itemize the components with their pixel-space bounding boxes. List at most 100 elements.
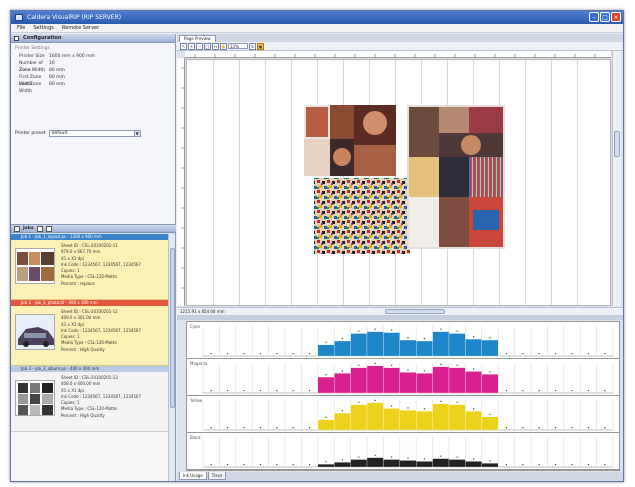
value-marker (259, 464, 261, 466)
value-marker (538, 353, 540, 355)
value-marker (358, 330, 360, 332)
collapse-icon[interactable] (14, 36, 19, 41)
rotate-icon[interactable]: ↻ (249, 42, 256, 50)
right-pane: Page Preview ↖ + − □ ↔ ✋ 33% ↻ ▣ 1215.91… (177, 34, 623, 481)
close-icon[interactable]: × (611, 12, 621, 22)
zoom-field[interactable]: 33% (228, 43, 248, 49)
ink-bar (350, 333, 368, 357)
value-marker (522, 427, 524, 429)
config-value: 80 mm (49, 75, 65, 80)
value-marker (309, 390, 311, 392)
preview-vertical-scrollbar[interactable] (612, 51, 621, 306)
page-preview-canvas[interactable] (186, 59, 611, 306)
hand-icon[interactable]: ✋ (220, 42, 227, 50)
fit-page-icon[interactable]: □ (204, 42, 211, 50)
add-job-icon[interactable] (36, 225, 43, 232)
value-marker (210, 464, 212, 466)
value-marker (391, 456, 393, 458)
job-card[interactable]: Sheet ID : CSL-20100201-12 409.0 x 301.0… (11, 306, 168, 366)
highlight-tool-icon[interactable]: ▣ (257, 42, 264, 50)
zoom-out-icon[interactable]: − (196, 42, 203, 50)
ink-bar (481, 463, 499, 468)
job-detail-line: Percent : replace (61, 280, 95, 286)
app-icon (15, 14, 23, 21)
value-marker (555, 353, 557, 355)
value-marker (374, 454, 376, 456)
select-tool-icon[interactable]: ↖ (180, 42, 187, 50)
menu-settings[interactable]: Settings (33, 24, 54, 32)
config-row: Printer Size 1600 mm x 900 mm (15, 53, 171, 60)
value-marker (571, 427, 573, 429)
value-marker (391, 364, 393, 366)
jobs-scrollbar[interactable] (168, 234, 175, 481)
ink-bar (350, 459, 368, 468)
scrollbar-thumb[interactable] (385, 309, 445, 314)
menu-file[interactable]: File (17, 24, 25, 32)
ink-bar (448, 459, 466, 468)
value-marker (456, 364, 458, 366)
configuration-header[interactable]: Configuration (11, 34, 175, 43)
value-marker (259, 353, 261, 355)
scrollbar-thumb[interactable] (170, 248, 175, 408)
value-marker (243, 464, 245, 466)
value-marker (374, 362, 376, 365)
value-marker (407, 457, 409, 459)
job-card[interactable]: Sheet ID : CSL-20100201-13 408.0 x 400.0… (11, 372, 168, 432)
value-marker (604, 464, 606, 466)
ink-chart-cyan: Cyan (187, 322, 619, 359)
tab-page-preview[interactable]: Page Preview (179, 35, 216, 42)
ink-chart-magenta: Magenta (187, 359, 619, 396)
chart-svg (202, 362, 614, 394)
value-marker (391, 329, 393, 331)
ink-bar (317, 464, 335, 468)
config-row: Zone Width 80 mm (15, 67, 171, 74)
minimize-icon[interactable]: – (589, 12, 599, 22)
ink-bar (383, 408, 400, 431)
tab-ink-usage[interactable]: Ink Usage (179, 472, 207, 480)
config-value: 80 mm (49, 68, 65, 73)
chart-tab-strip: Ink Usage Trace (177, 472, 623, 481)
value-marker (341, 338, 343, 340)
fit-width-icon[interactable]: ↔ (212, 42, 219, 50)
ink-bar (432, 331, 450, 357)
value-marker (423, 408, 425, 410)
job-card[interactable]: Sheet ID : CSL-20100201-11 979.0 x 667.7… (11, 240, 168, 300)
value-marker (440, 455, 442, 457)
scrollbar-thumb[interactable] (614, 131, 620, 157)
value-marker (522, 390, 524, 392)
ink-bar (383, 367, 400, 394)
value-marker (522, 464, 524, 466)
value-marker (604, 427, 606, 429)
preview-horizontal-scrollbar[interactable]: 1215.91 x 854.00 mm (177, 307, 623, 315)
ink-bar (334, 412, 351, 431)
pane-splitter[interactable] (177, 315, 623, 320)
value-marker (423, 458, 425, 460)
value-marker (587, 390, 589, 392)
value-marker (341, 370, 343, 372)
maximize-icon[interactable]: □ (600, 12, 610, 22)
value-marker (489, 371, 491, 373)
ink-bar (399, 339, 417, 357)
value-marker (505, 427, 507, 429)
tab-trace[interactable]: Trace (207, 472, 227, 480)
menu-remote-server[interactable]: Remote Server (62, 24, 99, 32)
remove-job-icon[interactable] (45, 225, 52, 232)
ink-bar (465, 461, 482, 468)
value-marker (276, 353, 278, 355)
printer-preset-row: Printer preset default ▼ (15, 130, 141, 137)
ink-bar (317, 419, 335, 431)
jobs-list: Job 1 - job_1_layout.ps - 1300 x 900 mm … (11, 234, 168, 481)
value-marker (243, 353, 245, 355)
chart-svg (202, 437, 614, 468)
printer-preset-select[interactable]: default ▼ (48, 130, 141, 137)
collapse-icon[interactable] (14, 225, 20, 232)
chevron-down-icon[interactable]: ▼ (133, 131, 140, 136)
ink-bar (383, 332, 400, 357)
cursor-coordinates: 1215.91 x 854.00 mm (180, 309, 225, 314)
value-marker (555, 427, 557, 429)
value-marker (440, 363, 442, 365)
config-label: Last Zone Width (19, 82, 42, 94)
zoom-in-icon[interactable]: + (188, 42, 195, 50)
value-marker (243, 390, 245, 392)
value-marker (571, 390, 573, 392)
